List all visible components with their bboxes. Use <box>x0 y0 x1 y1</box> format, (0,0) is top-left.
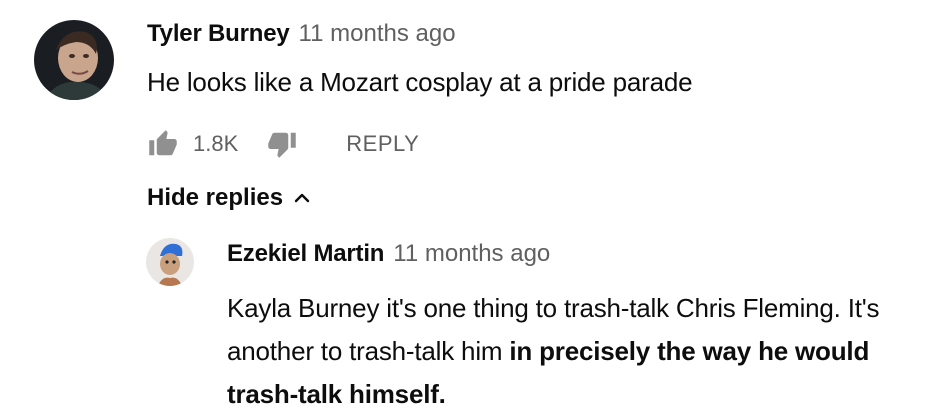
hide-replies-button[interactable]: Hide replies <box>147 184 311 212</box>
reply-author-name[interactable]: Ezekiel Martin <box>227 240 384 268</box>
hide-replies-label: Hide replies <box>147 184 284 211</box>
reply-avatar[interactable] <box>146 238 194 286</box>
chevron-up-icon <box>293 189 311 207</box>
like-count: 1.8K <box>193 131 239 156</box>
comment-header: Tyler Burney 11 months ago <box>147 20 456 56</box>
thumbs-up-icon[interactable] <box>147 128 179 160</box>
comment-text: He looks like a Mozart cosplay at a prid… <box>147 67 693 97</box>
avatar[interactable] <box>34 20 114 100</box>
reply-text: Kayla Burney it's one thing to trash-tal… <box>227 287 927 416</box>
reply-button[interactable]: REPLY <box>346 131 419 157</box>
comment-actions: 1.8K REPLY <box>147 126 419 162</box>
author-name[interactable]: Tyler Burney <box>147 20 290 48</box>
reply-timestamp[interactable]: 11 months ago <box>393 240 550 268</box>
thumbs-down-icon[interactable] <box>266 128 298 160</box>
timestamp[interactable]: 11 months ago <box>299 20 456 48</box>
reply-header: Ezekiel Martin 11 months ago <box>227 240 550 268</box>
